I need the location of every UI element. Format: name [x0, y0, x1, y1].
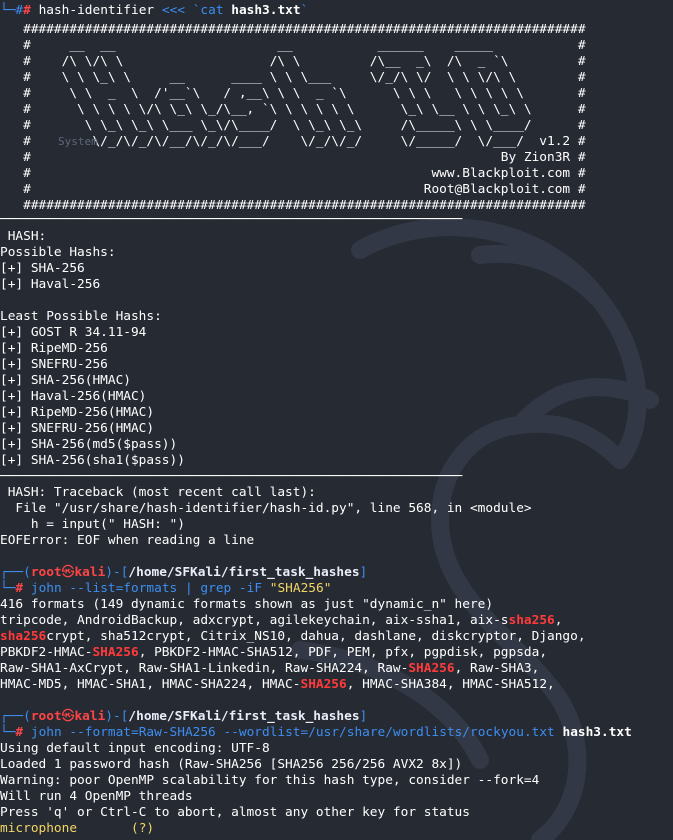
prompt-corner: ┌──(: [0, 565, 31, 580]
banner-line: # \ \ \ \ \/\ \_\ \_/\__, `\ \ \ \ \ \ \…: [0, 102, 586, 117]
grep-command: grep -iF: [200, 581, 263, 596]
john-crack-file: hash3.txt: [562, 725, 632, 740]
format-text: tripcode, AndroidBackup, adxcrypt, agile…: [0, 613, 509, 628]
banner-line: # \ \ _ \ /'__`\ / ,__\ \ \ _ `\ \ \ \ \…: [0, 86, 586, 101]
traceback-line: EOFError: EOF when reading a line: [0, 533, 255, 548]
prompt-end: ]: [359, 709, 368, 724]
least-hash-item: [+] GOST R 34.11-94: [0, 325, 147, 340]
possible-hash-item: [+] SHA-256: [0, 261, 85, 276]
prompt-mid: )-[: [105, 709, 129, 724]
prompt-hash: #: [15, 725, 24, 740]
terminal-window[interactable]: └─## hash-identifier <<< `cat hash3.txt`…: [0, 0, 673, 840]
banner-line: # \ \_\ \_\ \___ \_\/\____/ \ \_\ \_\ /\…: [0, 118, 586, 133]
hash-identifier-command-line: └─## hash-identifier <<< `cat hash3.txt`: [0, 3, 309, 18]
redirect-operator: <<<: [161, 3, 185, 18]
banner-line: # \ \ \_\ \ __ ____ \ \ \___ \/_/\ \/ \ …: [0, 70, 586, 85]
separator: ────────────────────────────────────────…: [0, 212, 463, 227]
least-hash-item: [+] RipeMD-256: [0, 341, 108, 356]
prompt-user: root: [30, 709, 62, 724]
john-crack-command: john --format=Raw-SHA256 --wordlist=/usr…: [30, 725, 555, 740]
cracked-password: microphone: [0, 821, 78, 836]
john-output-line: Loaded 1 password hash (Raw-SHA256 [SHA2…: [0, 757, 463, 772]
john-crack-command-line: └─# john --format=Raw-SHA256 --wordlist=…: [0, 725, 632, 741]
prompt-header: ┌──(root㉿kali)-[/home/SFKali/first_task_…: [0, 565, 367, 581]
least-hash-item: [+] SNEFRU-256: [0, 357, 108, 372]
possible-hash-item: [+] Haval-256: [0, 277, 101, 292]
format-text: HMAC-MD5, HMAC-SHA1, HMAC-SHA224, HMAC-: [0, 677, 301, 692]
prompt-corner: └─: [0, 581, 16, 596]
sha256-match-highlight: SHA256: [92, 645, 139, 660]
prompt-corner: ┌──(: [0, 709, 31, 724]
john-formats-line: sha256crypt, sha512crypt, Citrix_NS10, d…: [0, 629, 586, 645]
format-text: , Raw-SHA3,: [454, 661, 540, 676]
prompt-mid: )-[: [105, 565, 129, 580]
command-arg-suffix: `: [300, 3, 309, 18]
john-formats-line: 416 formats (149 dynamic formats shown a…: [0, 597, 493, 613]
grep-pattern: "SHA256": [269, 581, 332, 596]
sha256-match-highlight: SHA256: [300, 677, 347, 692]
prompt-user: root: [30, 565, 62, 580]
prompt-at: ㉿: [61, 565, 75, 580]
banner-line: ########################################…: [0, 22, 586, 37]
format-text: 416 formats (149 dynamic formats shown a…: [0, 597, 494, 612]
john-formats-line: Raw-SHA1-AxCrypt, Raw-SHA1-Linkedin, Raw…: [0, 661, 539, 677]
prompt-host: kali: [74, 565, 106, 580]
john-formats-command-line: └─# john --list=formats | grep -iF "SHA2…: [0, 581, 331, 597]
banner-line: # __ __ __ ______ _____ #: [0, 38, 586, 53]
banner-line: # /\ \/\ \ /\ \ /\__ _\ /\ _ `\ #: [0, 54, 586, 69]
sha256-match-highlight: SHA256: [408, 661, 455, 676]
pipe-symbol: |: [184, 581, 193, 596]
least-possible-title: Least Possible Hashs:: [0, 309, 162, 324]
traceback-line: File "/usr/share/hash-identifier/hash-id…: [0, 501, 532, 516]
prompt-hash: #: [15, 581, 24, 596]
john-formats-line: HMAC-MD5, HMAC-SHA1, HMAC-SHA224, HMAC-S…: [0, 677, 555, 693]
banner-line: # www.Blackploit.com #: [0, 166, 586, 181]
least-hash-item: [+] SNEFRU-256(HMAC): [0, 421, 155, 436]
john-output-line: Press 'q' or Ctrl-C to abort, almost any…: [0, 805, 470, 820]
prompt-header: ┌──(root㉿kali)-[/home/SFKali/first_task_…: [0, 709, 367, 725]
prompt-at: ㉿: [61, 709, 75, 724]
prompt-path: /home/SFKali/first_task_hashes: [128, 565, 360, 580]
possible-hashs-title: Possible Hashs:: [0, 245, 116, 260]
john-output-line: Warning: poor OpenMP scalability for thi…: [0, 773, 540, 788]
john-formats-line: PBKDF2-HMAC-SHA256, PBKDF2-HMAC-SHA512, …: [0, 645, 547, 661]
john-formats-line: tripcode, AndroidBackup, adxcrypt, agile…: [0, 613, 562, 629]
cracked-result-line: microphone (?): [0, 821, 154, 837]
format-text: PBKDF2-HMAC-: [0, 645, 93, 660]
format-text: crypt, sha512crypt, Citrix_NS10, dahua, …: [46, 629, 586, 644]
banner-line: # By Zion3R #: [0, 150, 586, 165]
format-text: , HMAC-SHA384, HMAC-SHA512,: [346, 677, 555, 692]
least-hash-item: [+] SHA-256(HMAC): [0, 373, 131, 388]
traceback-line: HASH: Traceback (most recent call last):: [0, 485, 316, 500]
command-name: hash-identifier: [38, 3, 155, 18]
banner-line: # Root@Blackploit.com #: [0, 182, 586, 197]
least-hash-item: [+] Haval-256(HMAC): [0, 389, 147, 404]
prompt-host: kali: [74, 709, 106, 724]
sha256-match-highlight: sha256: [0, 629, 47, 644]
separator: ────────────────────────────────────────…: [0, 469, 463, 484]
prompt-end: ]: [359, 565, 368, 580]
command-arg-prefix: `cat: [192, 3, 232, 18]
traceback-line: h = input(" HASH: "): [0, 517, 185, 532]
sha256-match-highlight: sha256: [508, 613, 555, 628]
prompt-arrow: └─#: [0, 3, 24, 18]
least-hash-item: [+] SHA-256(md5($pass)): [0, 437, 178, 452]
format-text: , PBKDF2-HMAC-SHA512, PDF, PEM, pfx, pgp…: [138, 645, 548, 660]
prompt-path: /home/SFKali/first_task_hashes: [128, 709, 360, 724]
format-text: ,: [554, 613, 563, 628]
john-list-command: john --list=formats: [30, 581, 178, 596]
prompt-corner: └─: [0, 725, 16, 740]
least-hash-item: [+] SHA-256(sha1($pass)): [0, 453, 185, 468]
format-text: Raw-SHA1-AxCrypt, Raw-SHA1-Linkedin, Raw…: [0, 661, 409, 676]
desktop-system-label: System: [58, 135, 98, 148]
john-output-line: Will run 4 OpenMP threads: [0, 789, 193, 804]
john-output-line: Using default input encoding: UTF-8: [0, 741, 270, 756]
cracked-user: (?): [130, 821, 155, 836]
hash-label: HASH:: [0, 229, 47, 244]
command-file: hash3.txt: [231, 3, 301, 18]
least-hash-item: [+] RipeMD-256(HMAC): [0, 405, 155, 420]
